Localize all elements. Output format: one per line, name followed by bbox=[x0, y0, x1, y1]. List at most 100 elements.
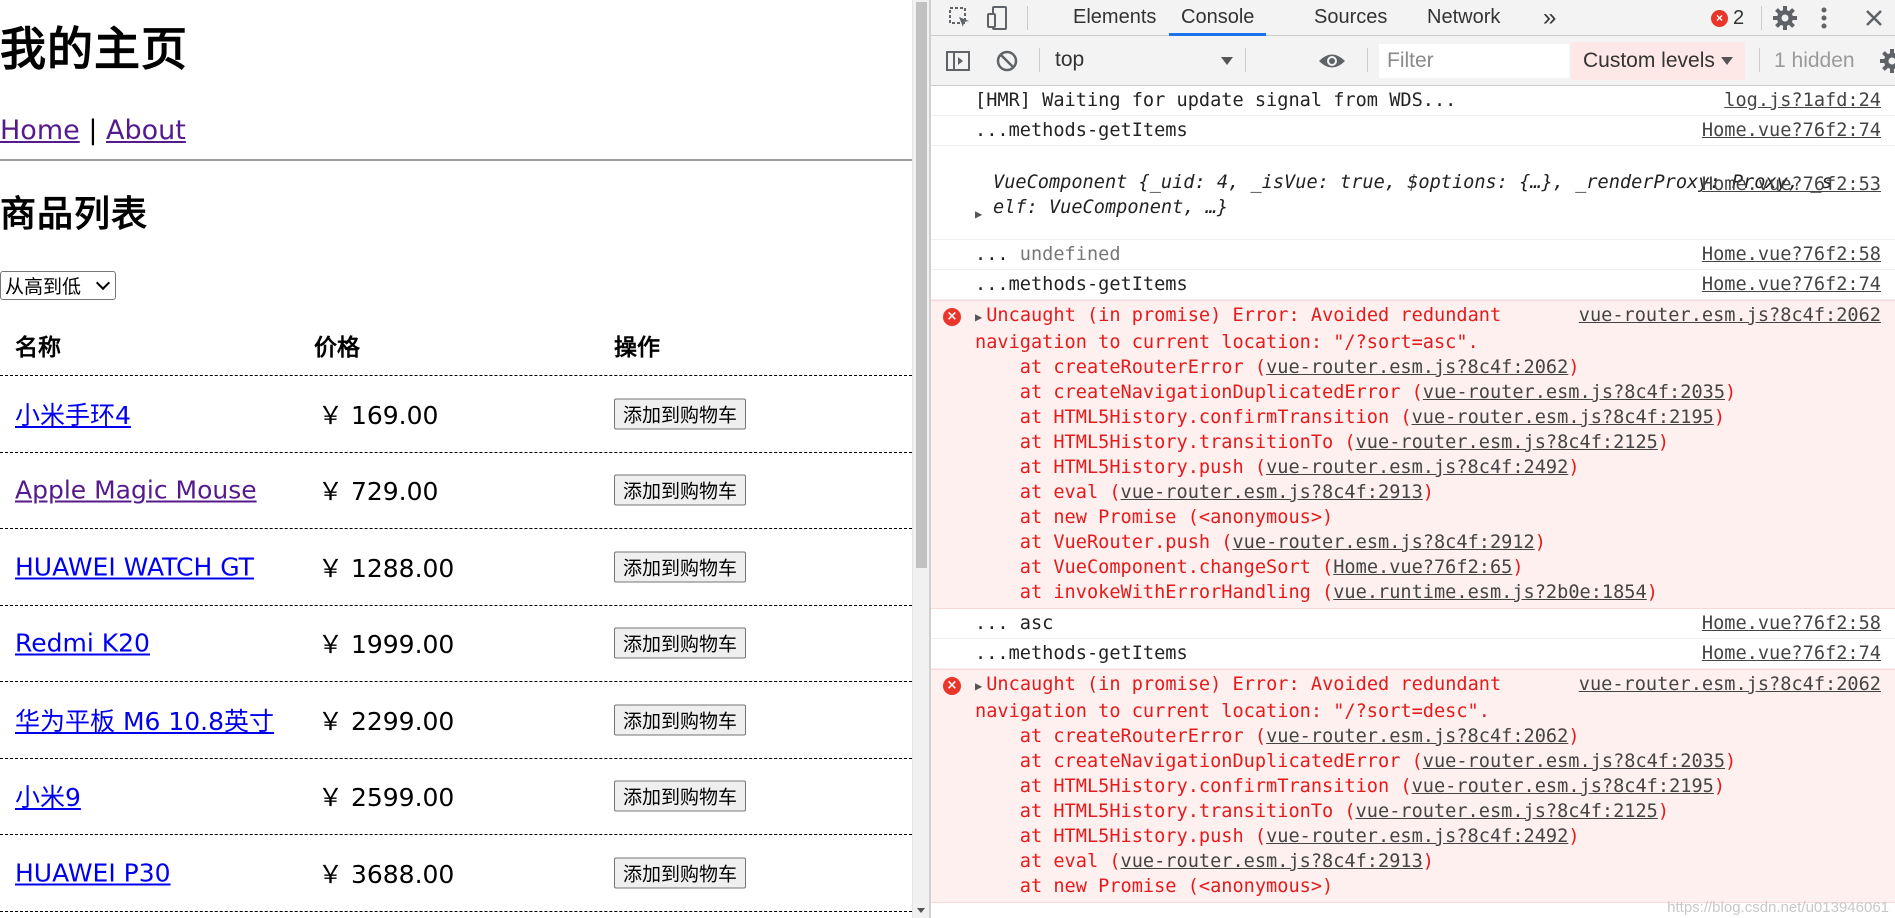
add-to-cart-button[interactable]: 添加到购物车 bbox=[614, 551, 747, 583]
add-to-cart-button[interactable]: 添加到购物车 bbox=[614, 627, 747, 659]
more-tabs-icon[interactable]: » bbox=[1543, 0, 1556, 36]
product-name-link[interactable]: Redmi K20 bbox=[15, 629, 150, 658]
log-levels-select[interactable]: Custom levels bbox=[1571, 42, 1745, 80]
source-link[interactable]: Home.vue?76f2:74 bbox=[1702, 272, 1881, 297]
stack-frame-link[interactable]: vue-router.esm.js?8c4f:2062 bbox=[1266, 726, 1568, 747]
eye-icon[interactable] bbox=[1317, 43, 1347, 79]
stack-frame-text: ) bbox=[1512, 557, 1524, 578]
add-to-cart-button[interactable]: 添加到购物车 bbox=[614, 857, 747, 889]
stack-frame-link[interactable]: vue-router.esm.js?8c4f:2492 bbox=[1266, 457, 1568, 478]
table-row: HUAWEI WATCH GT ￥ 1288.00 添加到购物车 bbox=[0, 529, 912, 606]
source-link[interactable]: log.js?1afd:24 bbox=[1724, 88, 1881, 113]
tab-console[interactable]: Console bbox=[1169, 0, 1267, 36]
stack-frame-link[interactable]: vue-router.esm.js?8c4f:2035 bbox=[1423, 382, 1725, 403]
device-toolbar-icon[interactable] bbox=[985, 0, 1011, 36]
expand-triangle-icon[interactable]: ▶ bbox=[975, 305, 982, 330]
clear-console-icon[interactable] bbox=[995, 43, 1019, 79]
stack-frame-text: ) bbox=[1713, 776, 1726, 797]
stack-frame-link[interactable]: vue-router.esm.js?8c4f:2913 bbox=[1121, 482, 1423, 503]
tab-elements[interactable]: Elements bbox=[1073, 0, 1156, 36]
devtools-panel: Elements Console Sources Network » × 2 t… bbox=[931, 0, 1895, 918]
expand-triangle-icon[interactable]: ▶ bbox=[975, 207, 982, 221]
stack-frame-text: at createRouterError ( bbox=[975, 726, 1267, 747]
nav-link-home[interactable]: Home bbox=[0, 115, 80, 146]
add-to-cart-button[interactable]: 添加到购物车 bbox=[614, 780, 747, 812]
stack-frame: at VueComponent.changeSort (Home.vue?76f… bbox=[975, 555, 1881, 580]
stack-frame: at HTML5History.confirmTransition (vue-r… bbox=[975, 405, 1881, 430]
gear-icon[interactable] bbox=[1772, 0, 1798, 36]
tab-network[interactable]: Network bbox=[1427, 0, 1500, 36]
scrollbar-thumb[interactable] bbox=[916, 2, 927, 568]
source-link[interactable]: vue-router.esm.js?8c4f:2062 bbox=[1579, 672, 1881, 697]
stack-frame-text: at eval ( bbox=[975, 851, 1121, 872]
stack-frame-link[interactable]: vue-router.esm.js?8c4f:2913 bbox=[1121, 851, 1423, 872]
table-row: 小米手环4 ￥ 169.00 添加到购物车 bbox=[0, 376, 912, 453]
product-name-link[interactable]: HUAWEI P30 bbox=[15, 858, 171, 887]
source-link[interactable]: Home.vue?76f2:58 bbox=[1702, 611, 1881, 636]
more-options-icon[interactable] bbox=[1820, 0, 1828, 36]
product-price: ￥ 1288.00 bbox=[318, 553, 455, 583]
table-header: 名称 价格 操作 bbox=[0, 315, 912, 376]
stack-frame: at HTML5History.transitionTo (vue-router… bbox=[975, 430, 1881, 455]
stack-frame: at new Promise (<anonymous>) bbox=[975, 874, 1881, 899]
stack-frame-text: at VueComponent.changeSort ( bbox=[975, 557, 1334, 578]
stack-frame-text: ) bbox=[1534, 532, 1546, 553]
inspect-element-icon[interactable] bbox=[947, 0, 973, 36]
page-scrollbar[interactable] bbox=[912, 0, 929, 918]
product-name-link[interactable]: 小米9 bbox=[15, 778, 81, 814]
source-link[interactable]: Home.vue?76f2:74 bbox=[1702, 641, 1881, 666]
error-message-line: navigation to current location: "/?sort=… bbox=[975, 332, 1479, 353]
tab-sources[interactable]: Sources bbox=[1314, 0, 1387, 36]
source-link[interactable]: vue-router.esm.js?8c4f:2062 bbox=[1579, 303, 1881, 328]
product-name-link[interactable]: 华为平板 M6 10.8英寸 bbox=[15, 702, 274, 738]
error-count: 2 bbox=[1733, 6, 1745, 29]
page-title: 我的主页 bbox=[0, 22, 188, 76]
product-name-link[interactable]: Apple Magic Mouse bbox=[15, 476, 257, 505]
product-price: ￥ 729.00 bbox=[318, 477, 439, 507]
source-link[interactable]: Home.vue?76f2:53 bbox=[1702, 172, 1881, 197]
stack-frame-link[interactable]: vue-router.esm.js?8c4f:2062 bbox=[1266, 357, 1568, 378]
error-text: Uncaught (in promise) Error: Avoided red… bbox=[986, 674, 1502, 695]
error-message-line: navigation to current location: "/?sort=… bbox=[975, 701, 1490, 722]
dropdown-arrow-icon bbox=[1720, 57, 1733, 66]
product-name-link[interactable]: HUAWEI WATCH GT bbox=[15, 552, 254, 581]
stack-frame-link[interactable]: vue.runtime.esm.js?2b0e:1854 bbox=[1333, 582, 1646, 603]
error-icon: × bbox=[1711, 9, 1728, 27]
console-settings-gear-icon[interactable] bbox=[1879, 43, 1895, 79]
stack-frame-link[interactable]: vue-router.esm.js?8c4f:2195 bbox=[1412, 776, 1714, 797]
stack-frame-text: ) bbox=[1568, 357, 1580, 378]
source-link[interactable]: Home.vue?76f2:58 bbox=[1702, 242, 1881, 267]
log-text: ...methods-getItems bbox=[975, 120, 1188, 141]
error-icon: × bbox=[943, 308, 961, 326]
scroll-down-arrow-icon[interactable] bbox=[917, 908, 925, 913]
close-icon[interactable] bbox=[1863, 0, 1885, 36]
table-row: Apple Magic Mouse ￥ 729.00 添加到购物车 bbox=[0, 453, 912, 529]
source-link[interactable]: Home.vue?76f2:74 bbox=[1702, 118, 1881, 143]
log-text: ... bbox=[975, 244, 1020, 265]
log-text: ... asc bbox=[975, 613, 1054, 634]
dropdown-arrow-icon bbox=[1221, 57, 1233, 65]
expand-triangle-icon[interactable]: ▶ bbox=[975, 674, 982, 699]
error-counter[interactable]: × 2 bbox=[1711, 0, 1744, 36]
nav-link-about[interactable]: About bbox=[106, 115, 186, 146]
stack-frame-link[interactable]: vue-router.esm.js?8c4f:2035 bbox=[1423, 751, 1725, 772]
stack-frame-link[interactable]: Home.vue?76f2:65 bbox=[1333, 557, 1512, 578]
filter-input[interactable] bbox=[1379, 44, 1569, 78]
stack-frame-text: at new Promise (<anonymous>) bbox=[975, 507, 1334, 528]
add-to-cart-button[interactable]: 添加到购物车 bbox=[614, 474, 747, 506]
watermark: https://blog.csdn.net/u013946061 bbox=[1667, 899, 1889, 916]
stack-frame-link[interactable]: vue-router.esm.js?8c4f:2492 bbox=[1266, 826, 1568, 847]
stack-frame: at createNavigationDuplicatedError (vue-… bbox=[975, 380, 1881, 405]
product-name-link[interactable]: 小米手环4 bbox=[15, 396, 131, 432]
sidebar-toggle-icon[interactable] bbox=[945, 43, 971, 79]
sort-select[interactable]: 从高到低 bbox=[0, 271, 116, 300]
add-to-cart-button[interactable]: 添加到购物车 bbox=[614, 704, 747, 736]
stack-frame-link[interactable]: vue-router.esm.js?8c4f:2125 bbox=[1356, 801, 1658, 822]
context-select[interactable]: top bbox=[1055, 44, 1235, 76]
stack-frame-link[interactable]: vue-router.esm.js?8c4f:2125 bbox=[1356, 432, 1658, 453]
add-to-cart-button[interactable]: 添加到购物车 bbox=[614, 398, 747, 430]
stack-frame: at HTML5History.push (vue-router.esm.js?… bbox=[975, 824, 1881, 849]
console-messages: [HMR] Waiting for update signal from WDS… bbox=[931, 86, 1895, 918]
stack-frame-link[interactable]: vue-router.esm.js?8c4f:2912 bbox=[1232, 532, 1534, 553]
stack-frame-link[interactable]: vue-router.esm.js?8c4f:2195 bbox=[1412, 407, 1714, 428]
